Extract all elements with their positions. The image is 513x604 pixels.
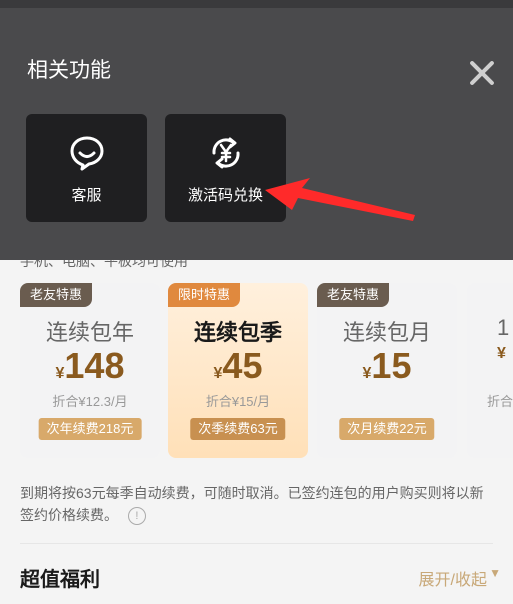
per-month-price: 折合	[487, 394, 513, 409]
plan-name: 连续包季	[193, 320, 282, 345]
red-arrow-annotation	[265, 178, 415, 221]
plan-price: ¥148	[20, 345, 160, 387]
chevron-down-icon[interactable]: ▼	[489, 566, 501, 580]
panel-title: 相关功能	[27, 59, 111, 82]
price-value: 15	[371, 345, 412, 386]
plan-price: ¥	[497, 345, 513, 363]
plan-quarterly[interactable]: 限时特惠 连续包季 ¥45 折合¥15/月 次季续费63元	[168, 283, 308, 458]
renewal-badge: 次年续费218元	[38, 418, 142, 440]
per-month-price: 折合¥12.3/月	[52, 394, 128, 409]
renewal-notice-text: 到期将按63元每季自动续费，可随时取消。已签约连包的用户购买则将以新签约价格续费…	[20, 485, 484, 523]
renewal-notice: 到期将按63元每季自动续费，可随时取消。已签约连包的用户购买则将以新签约价格续费…	[20, 482, 495, 526]
info-icon[interactable]: !	[127, 507, 146, 526]
plan-monthly[interactable]: 老友特惠 连续包月 ¥15 次月续费22元	[317, 283, 457, 458]
plan-tag: 老友特惠	[20, 283, 93, 307]
plan-list: 老友特惠 连续包年 ¥148 折合¥12.3/月 次年续费218元 限时特惠 连…	[0, 283, 513, 463]
plan-name: 连续包月	[342, 320, 431, 345]
customer-service-button[interactable]: 客服	[26, 114, 147, 222]
close-icon[interactable]	[468, 59, 496, 87]
renewal-badge: 次月续费22元	[339, 418, 435, 440]
customer-service-icon	[70, 136, 104, 171]
plan-partial[interactable]: 1 ¥ 折合	[467, 283, 513, 458]
price-value: 148	[64, 345, 125, 386]
welfare-title: 超值福利	[20, 569, 100, 591]
expand-collapse-link[interactable]: 展开/收起	[419, 566, 487, 590]
plan-price: ¥45	[168, 345, 308, 387]
related-functions-panel: 相关功能 客服 激活码兑换	[0, 8, 513, 260]
divider	[20, 543, 493, 544]
plan-price: ¥15	[317, 345, 457, 387]
function-label: 客服	[71, 187, 102, 204]
plan-name: 连续包年	[45, 320, 134, 345]
currency-symbol: ¥	[497, 345, 506, 362]
price-value: 45	[222, 345, 263, 386]
plan-tag: 限时特惠	[168, 283, 241, 307]
plan-yearly[interactable]: 老友特惠 连续包年 ¥148 折合¥12.3/月 次年续费218元	[20, 283, 160, 458]
plan-tag: 老友特惠	[317, 283, 390, 307]
status-strip	[0, 0, 513, 8]
per-month-price: 折合¥15/月	[205, 394, 271, 409]
yen-exchange-icon	[212, 137, 240, 169]
renewal-badge: 次季续费63元	[190, 418, 286, 440]
plan-name: 1	[497, 315, 510, 340]
